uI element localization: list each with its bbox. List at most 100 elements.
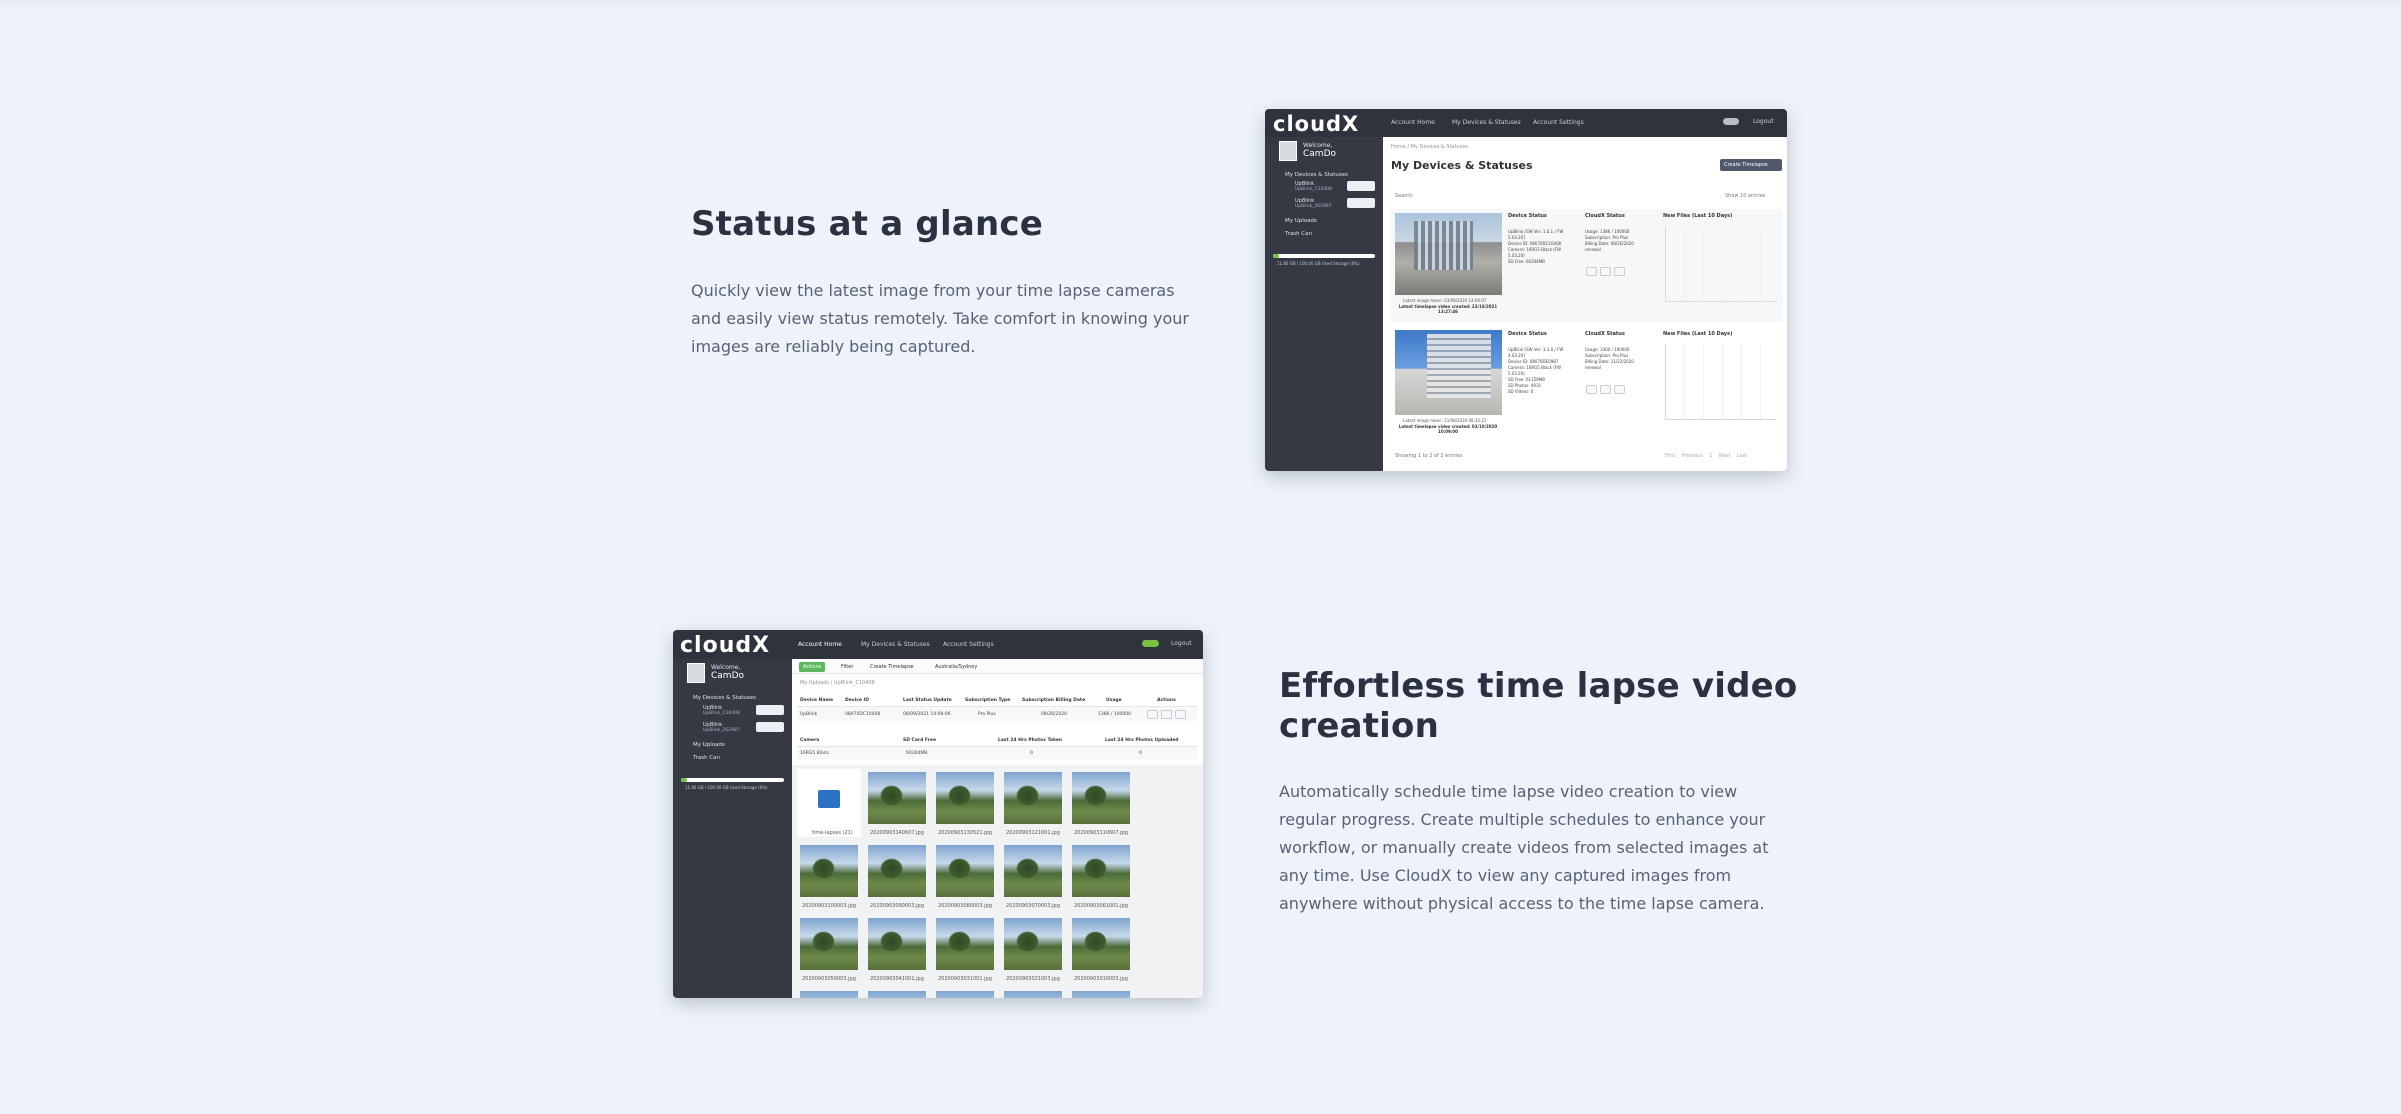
device-2-actions[interactable] (756, 722, 784, 732)
logout-link[interactable]: Logout (1171, 640, 1192, 647)
latest-image-1-caption: Latest image taken: 03/09/2020 14:06:07 (1403, 298, 1487, 303)
new-files-chart-2 (1665, 344, 1777, 420)
sidebar-item-devices[interactable]: My Devices & Statuses (693, 695, 756, 701)
sidebar-item-trash[interactable]: Trash Can (693, 755, 720, 761)
col-new-files-2: New Files (Last 10 Days) (1663, 331, 1733, 337)
sidebar-item-uploads[interactable]: My Uploads (1285, 218, 1317, 224)
pagination-page-1[interactable]: 1 (1709, 453, 1712, 459)
pagination-last[interactable]: Last (1737, 453, 1747, 459)
view-icon[interactable] (1147, 710, 1158, 719)
thumbnail[interactable] (936, 845, 994, 897)
show-entries[interactable]: Show 10 entries (1725, 193, 1765, 199)
td-sd-free: 60304MB (906, 751, 928, 756)
storage-label: 11.80 GB / 100.00 GB Used Storage (6%) (1277, 261, 1360, 266)
device-status-2: UpBlink [SW Ver: 3.3.0 / FW 4.03.20] Dev… (1508, 347, 1563, 395)
device-1-actions[interactable] (1347, 181, 1375, 191)
thumbnail[interactable] (1004, 991, 1062, 998)
thumbnail[interactable] (800, 991, 858, 998)
thumbnail[interactable] (1004, 845, 1062, 897)
folder-plus-icon (818, 790, 840, 808)
app-topbar: cloudX Account Home My Devices & Statuse… (673, 630, 1203, 659)
create-timelapse-button[interactable]: Create Timelapse (1720, 159, 1782, 171)
avatar (1279, 141, 1297, 161)
storage-bar-fill (1273, 254, 1280, 258)
timezone-button[interactable]: Australia/Sydney (935, 664, 977, 670)
th-device-name: Device Name (800, 698, 834, 703)
latest-image-2[interactable] (1395, 330, 1502, 415)
plan-badge (1142, 640, 1159, 647)
cloud-line: renewal (1585, 365, 1601, 370)
sidebar-device-2-id: UpBlink_262987 (703, 728, 740, 733)
td-device-id: 08070DC10408 (845, 712, 881, 717)
create-timelapse-button[interactable]: Create Timelapse (870, 664, 914, 670)
device-2-actions[interactable] (1347, 198, 1375, 208)
download-icon[interactable] (1161, 710, 1172, 719)
edit-icon[interactable] (1175, 710, 1186, 719)
thumbnail[interactable] (800, 918, 858, 970)
td-subscription-type: Pro Plus (978, 712, 996, 717)
show-value[interactable]: 10 (1740, 193, 1746, 199)
logout-link[interactable]: Logout (1753, 118, 1774, 125)
nav-devices-statuses[interactable]: My Devices & Statuses (861, 641, 930, 648)
thumbnail[interactable] (868, 772, 926, 824)
storage-label: 11.80 GB / 100.00 GB Used Storage (6%) (685, 785, 768, 790)
thumbnail[interactable] (1004, 772, 1062, 824)
thumbnail[interactable] (936, 918, 994, 970)
sidebar-item-trash[interactable]: Trash Can (1285, 231, 1312, 237)
td-device-name: UpBlink (800, 712, 818, 717)
th-photos-taken: Last 24 Hrs Photos Taken (998, 738, 1063, 743)
edit-icon[interactable] (1614, 267, 1625, 276)
thumbnail[interactable] (936, 991, 994, 998)
sidebar-device-1-id: UpBlink_C10408 (703, 711, 740, 716)
latest-image-1[interactable] (1395, 213, 1502, 295)
thumbnail[interactable] (936, 772, 994, 824)
view-icon[interactable] (1586, 385, 1597, 394)
cloud-line: renewal (1585, 247, 1601, 252)
thumbnail[interactable] (868, 991, 926, 998)
new-files-chart-1 (1665, 226, 1777, 302)
pagination-first[interactable]: First (1665, 453, 1676, 459)
td-billing-date: 08/26/2020 (1041, 712, 1067, 717)
actions-button[interactable]: Actions (799, 662, 826, 672)
download-icon[interactable] (1600, 267, 1611, 276)
nav-account-home[interactable]: Account Home (1391, 119, 1435, 126)
sidebar-item-devices[interactable]: My Devices & Statuses (1285, 172, 1348, 178)
feature-heading-status: Status at a glance (691, 204, 1043, 244)
th-actions: Actions (1157, 698, 1176, 703)
thumbnail[interactable] (868, 845, 926, 897)
filter-button[interactable]: Filter (841, 664, 853, 670)
nav-devices-statuses[interactable]: My Devices & Statuses (1452, 119, 1521, 126)
pagination-previous[interactable]: Previous (1682, 453, 1703, 459)
sidebar-item-uploads[interactable]: My Uploads (693, 742, 725, 748)
entries-label: entries (1748, 193, 1766, 199)
pagination-next[interactable]: Next (1719, 453, 1731, 459)
table-row (797, 747, 1197, 759)
thumbnail-label: 20200903130521.jpg (938, 830, 992, 836)
screenshot-devices-statuses: cloudX Account Home My Devices & Statuse… (1265, 109, 1787, 471)
edit-icon[interactable] (1614, 385, 1625, 394)
thumbnail[interactable] (1072, 991, 1130, 998)
screenshot-uploads-gallery: cloudX Account Home My Devices & Statuse… (673, 630, 1203, 998)
welcome-label: Welcome, (711, 664, 741, 671)
th-sd-free: SD Card Free (903, 738, 936, 743)
thumbnail[interactable] (1072, 772, 1130, 824)
nav-account-settings[interactable]: Account Settings (943, 641, 994, 648)
nav-account-home[interactable]: Account Home (798, 641, 842, 648)
thumbnail[interactable] (800, 845, 858, 897)
view-icon[interactable] (1586, 267, 1597, 276)
cloudx-status-1: Usage: 1386 / 100000 Subscription: Pro P… (1585, 229, 1634, 253)
device-status-1: UpBlink [SW Ver: 1.0.1 / FW 5.03.20] Dev… (1508, 229, 1563, 265)
thumbnail[interactable] (868, 918, 926, 970)
thumbnail[interactable] (1072, 845, 1130, 897)
gallery-toolbar (792, 659, 1203, 674)
device-1-actions[interactable] (756, 705, 784, 715)
col-cloudx-status-1: CloudX Status (1585, 213, 1625, 219)
nav-account-settings[interactable]: Account Settings (1533, 119, 1584, 126)
thumbnail-label: 20200903140607.jpg (870, 830, 924, 836)
thumbnail[interactable] (1004, 918, 1062, 970)
thumbnail[interactable] (1072, 918, 1130, 970)
thumbnail-label: 20200903070003.jpg (1006, 903, 1060, 909)
download-icon[interactable] (1600, 385, 1611, 394)
app-topbar: cloudX Account Home My Devices & Statuse… (1265, 109, 1787, 137)
sidebar-device-1-id: UpBlink_C10408 (1295, 187, 1332, 192)
